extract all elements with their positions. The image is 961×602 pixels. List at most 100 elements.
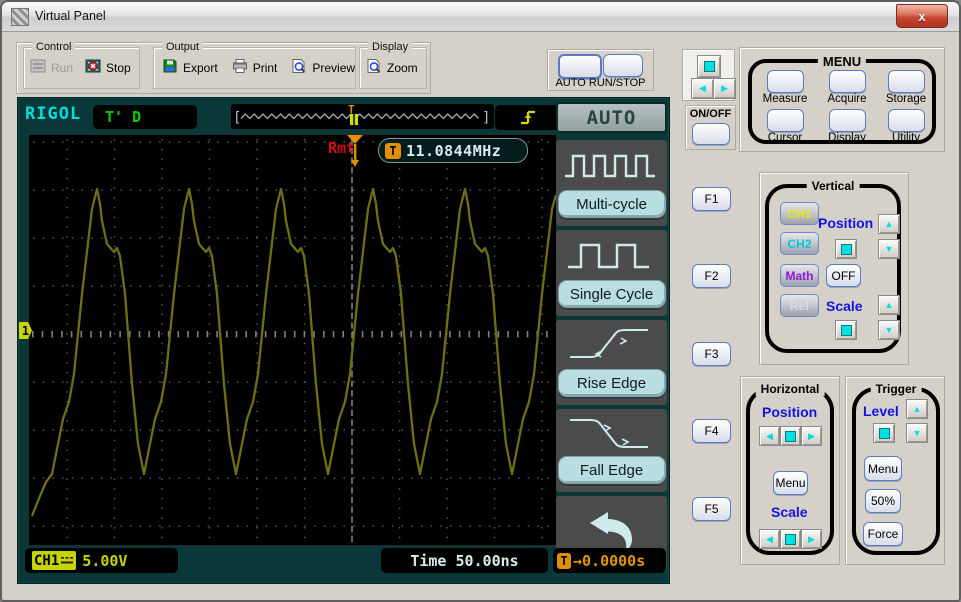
stop-icon bbox=[85, 58, 101, 77]
zoom-magnifier-icon bbox=[366, 58, 382, 77]
fall-edge-button[interactable]: Fall Edge bbox=[557, 456, 666, 484]
ch2-button[interactable]: CH2 bbox=[780, 232, 819, 255]
preview-magnifier-icon bbox=[291, 58, 307, 77]
soft-menu-item-falledge[interactable]: Fall Edge bbox=[556, 409, 667, 492]
up-arrow-icon: ▲ bbox=[884, 218, 894, 229]
menu-display-button[interactable] bbox=[829, 109, 866, 132]
f2-button[interactable]: F2 bbox=[692, 264, 731, 288]
down-arrow-icon: ▼ bbox=[884, 324, 894, 335]
trigger-level-set-button[interactable] bbox=[873, 423, 895, 443]
vertical-position-down-button[interactable]: ▼ bbox=[878, 239, 900, 259]
menu-cursor-button[interactable] bbox=[767, 109, 804, 132]
horizontal-scale-left-button[interactable]: ◀ bbox=[759, 529, 780, 549]
preview-button[interactable]: Preview bbox=[291, 58, 355, 77]
ref-button[interactable]: Ref bbox=[780, 294, 819, 317]
square-icon bbox=[878, 427, 890, 439]
run-button[interactable]: Run bbox=[30, 58, 73, 77]
timebase-box: Time 50.00ns bbox=[381, 548, 548, 573]
f4-button[interactable]: F4 bbox=[692, 419, 731, 443]
off-button[interactable]: OFF bbox=[826, 264, 861, 287]
horizontal-position-right-button[interactable]: ▶ bbox=[801, 426, 822, 446]
vertical-position-set-button[interactable] bbox=[835, 239, 857, 259]
onoff-label: ON/OFF bbox=[689, 108, 732, 120]
rise-edge-icon bbox=[556, 320, 667, 369]
menu-storage-button[interactable] bbox=[888, 70, 925, 93]
titlebar[interactable]: Virtual Panel x bbox=[2, 2, 959, 32]
nav-pad: ◀ ▶ bbox=[682, 49, 736, 101]
rigol-logo: RIGOL bbox=[25, 104, 82, 124]
ch1-button[interactable]: CH1 bbox=[780, 202, 819, 225]
square-icon bbox=[785, 533, 796, 545]
close-button[interactable]: x bbox=[896, 4, 948, 28]
square-icon bbox=[785, 430, 796, 442]
memory-position-bar[interactable]: [ ] T bbox=[231, 103, 494, 129]
trigger-force-button[interactable]: Force bbox=[863, 522, 903, 546]
onoff-button[interactable] bbox=[692, 123, 730, 145]
trigger-50-button[interactable]: 50% bbox=[865, 489, 901, 513]
soft-menu-item-multicycle[interactable]: Multi-cycle bbox=[556, 140, 667, 226]
vertical-title: Vertical bbox=[806, 179, 860, 193]
multi-cycle-icon bbox=[556, 140, 667, 190]
single-cycle-button[interactable]: Single Cycle bbox=[557, 280, 666, 308]
menu-acquire-button[interactable] bbox=[829, 70, 866, 93]
nav-left-button[interactable]: ◀ bbox=[691, 78, 714, 99]
ch1-scale-value: 5.00V bbox=[82, 551, 128, 570]
f5-button[interactable]: F5 bbox=[692, 497, 731, 521]
zoom-button[interactable]: Zoom bbox=[366, 58, 418, 77]
preview-label: Preview bbox=[312, 60, 356, 75]
trigger-menu-button[interactable]: Menu bbox=[864, 456, 902, 481]
nav-select-button[interactable] bbox=[697, 55, 721, 78]
nav-right-button[interactable]: ▶ bbox=[713, 78, 736, 99]
runstop-button[interactable] bbox=[603, 54, 643, 77]
print-button[interactable]: Print bbox=[232, 58, 277, 77]
floppy-icon bbox=[162, 58, 178, 77]
waveform-grid bbox=[28, 134, 558, 546]
select-square-icon bbox=[703, 61, 715, 72]
horizontal-position-left-button[interactable]: ◀ bbox=[759, 426, 780, 446]
horizontal-scale-set-button[interactable] bbox=[780, 529, 801, 549]
soft-menu-header[interactable]: AUTO bbox=[556, 102, 667, 133]
control-group: Control Run Stop bbox=[23, 41, 140, 89]
soft-menu: AUTO Multi-cycle Single Cycle Rise Edge bbox=[556, 102, 667, 576]
math-button[interactable]: Math bbox=[780, 264, 819, 287]
export-button[interactable]: Export bbox=[162, 58, 218, 77]
down-arrow-icon: ▼ bbox=[884, 243, 894, 254]
up-arrow-icon: ▲ bbox=[912, 403, 922, 414]
horizontal-menu-button[interactable]: Menu bbox=[773, 471, 808, 495]
horizontal-position-label: Position bbox=[762, 404, 818, 420]
trigger-status-box: T' D bbox=[93, 105, 197, 129]
multi-cycle-button[interactable]: Multi-cycle bbox=[557, 190, 666, 218]
soft-menu-item-riseedge[interactable]: Rise Edge bbox=[556, 320, 667, 405]
right-arrow-icon: ▶ bbox=[721, 83, 728, 93]
square-icon bbox=[840, 324, 852, 336]
trigger-border: Trigger Level ▲ ▼ Menu 50% Force bbox=[852, 382, 940, 555]
horizontal-scale-right-button[interactable]: ▶ bbox=[801, 529, 822, 549]
f3-button[interactable]: F3 bbox=[692, 342, 731, 366]
memory-waveform-icon: [ ] T bbox=[233, 103, 490, 126]
square-icon bbox=[840, 243, 852, 255]
display-group-label: Display bbox=[368, 41, 413, 53]
frequency-value: 11.0844MHz bbox=[406, 141, 502, 160]
auto-button[interactable] bbox=[558, 54, 602, 79]
control-group-label: Control bbox=[32, 41, 76, 53]
menu-utility-button[interactable] bbox=[888, 109, 925, 132]
trigger-offset-box: T →0.0000s bbox=[553, 548, 666, 573]
trigger-panel: Trigger Level ▲ ▼ Menu 50% Force bbox=[845, 376, 945, 565]
vertical-scale-set-button[interactable] bbox=[835, 320, 857, 340]
left-arrow-icon: ◀ bbox=[699, 83, 706, 93]
window-title: Virtual Panel bbox=[35, 9, 106, 23]
menu-measure-button[interactable] bbox=[767, 70, 804, 93]
trigger-level-up-button[interactable]: ▲ bbox=[906, 399, 928, 419]
vertical-position-up-button[interactable]: ▲ bbox=[878, 214, 900, 234]
horizontal-position-set-button[interactable] bbox=[780, 426, 801, 446]
rise-edge-button[interactable]: Rise Edge bbox=[557, 369, 666, 397]
soft-menu-item-singlecycle[interactable]: Single Cycle bbox=[556, 230, 667, 316]
fall-edge-icon bbox=[556, 409, 667, 456]
vertical-scale-up-button[interactable]: ▲ bbox=[878, 295, 900, 315]
f1-button[interactable]: F1 bbox=[692, 187, 731, 211]
stop-button[interactable]: Stop bbox=[85, 58, 131, 77]
ch1-badge: CH1 bbox=[32, 551, 77, 570]
trigger-title: Trigger bbox=[870, 382, 922, 396]
trigger-level-down-button[interactable]: ▼ bbox=[906, 423, 928, 443]
vertical-scale-down-button[interactable]: ▼ bbox=[878, 320, 900, 340]
